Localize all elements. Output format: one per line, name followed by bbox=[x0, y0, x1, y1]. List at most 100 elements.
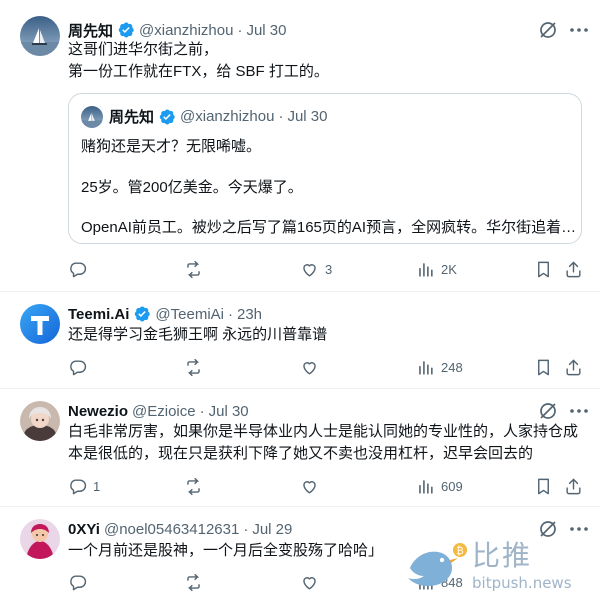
like-count: 3 bbox=[325, 261, 333, 277]
avatar[interactable] bbox=[20, 401, 60, 441]
timestamp[interactable]: Jul 30 bbox=[246, 22, 286, 39]
timestamp[interactable]: 23h bbox=[237, 306, 262, 323]
views-count: 2K bbox=[441, 261, 457, 277]
tweet-text-line: 本是很低的，现在只是获利下降了她又不卖也没用杠杆，迟早会回去的 bbox=[68, 445, 534, 462]
views-icon bbox=[419, 360, 433, 375]
share-icon bbox=[566, 478, 581, 494]
author-name[interactable]: Teemi.Ai bbox=[68, 306, 129, 323]
views-count: 248 bbox=[441, 359, 463, 375]
verified-badge-icon bbox=[159, 109, 175, 124]
verified-badge-icon bbox=[135, 306, 151, 322]
verified-badge-icon bbox=[118, 22, 134, 38]
reply-button[interactable] bbox=[68, 258, 93, 280]
tweet-text-line: 这哥们进华尔街之前， bbox=[68, 41, 219, 58]
avatar[interactable] bbox=[20, 16, 60, 56]
repost-button[interactable] bbox=[184, 475, 209, 497]
bookmark-button[interactable] bbox=[534, 258, 553, 280]
like-button[interactable] bbox=[300, 571, 325, 593]
avatar[interactable] bbox=[20, 304, 60, 344]
tweet-text-line: 白毛非常厉害，如果你是半导体业内人士是能认同她的专业性的，人家持仓成 bbox=[68, 423, 579, 440]
action-bar: 1 609 bbox=[68, 475, 588, 497]
heart-icon bbox=[303, 480, 316, 494]
more-options-icon[interactable] bbox=[568, 20, 590, 40]
bookmark-button[interactable] bbox=[534, 356, 553, 378]
bookmark-button[interactable] bbox=[534, 475, 553, 497]
heart-icon bbox=[303, 576, 316, 590]
share-button[interactable] bbox=[564, 475, 583, 497]
share-button[interactable] bbox=[564, 258, 583, 280]
repost-button[interactable] bbox=[184, 571, 209, 593]
tweet[interactable]: 0XYi @noel05463412631 · Jul 29 一个月前还是股神，… bbox=[0, 507, 600, 609]
tweet-text-line: 还是得学习金毛狮王啊 永远的川普靠谱 bbox=[68, 326, 328, 343]
share-icon bbox=[566, 359, 581, 375]
reply-icon bbox=[70, 359, 87, 375]
quoted-author-handle: @xianzhizhou bbox=[180, 108, 275, 125]
more-options-icon[interactable] bbox=[568, 401, 590, 421]
separator-dot: · bbox=[278, 108, 284, 125]
avatar[interactable] bbox=[20, 519, 60, 559]
author-name[interactable]: 0XYi bbox=[68, 521, 100, 538]
timestamp[interactable]: Jul 30 bbox=[209, 403, 249, 420]
repost-icon bbox=[187, 573, 200, 591]
like-button[interactable] bbox=[300, 356, 325, 378]
share-button[interactable] bbox=[564, 356, 583, 378]
author-handle[interactable]: @TeemiAi bbox=[155, 306, 224, 323]
repost-button[interactable] bbox=[184, 356, 209, 378]
reply-icon bbox=[70, 574, 87, 590]
quoted-author-name: 周先知 bbox=[109, 109, 155, 126]
author-handle[interactable]: @xianzhizhou bbox=[139, 22, 233, 39]
repost-icon bbox=[187, 477, 200, 495]
views-button[interactable]: 848 bbox=[416, 571, 463, 593]
quoted-tweet[interactable]: 周先知 @xianzhizhou · Jul 30 赌狗还是天才？无限唏嘘。 2… bbox=[68, 93, 582, 244]
bookmark-icon bbox=[538, 478, 549, 494]
tweet[interactable]: 周先知 @xianzhizhou · Jul 30 这哥们进华尔街之前， 第一份… bbox=[0, 0, 600, 292]
author-handle[interactable]: @noel05463412631 bbox=[104, 521, 239, 538]
tweet-text-line: 一个月前还是股神，一个月后全变股殇了哈哈」 bbox=[68, 542, 384, 559]
grok-icon[interactable] bbox=[538, 20, 558, 40]
tweet[interactable]: Teemi.Ai @TeemiAi · 23h 还是得学习金毛狮王啊 永远的川普… bbox=[0, 292, 600, 389]
action-bar: 848 bbox=[68, 571, 588, 593]
quoted-timestamp: Jul 30 bbox=[287, 108, 328, 125]
separator-dot: · bbox=[199, 402, 205, 420]
like-button[interactable]: 3 bbox=[300, 258, 332, 280]
quoted-text-line: 25岁。管200亿美金。今天爆了。 bbox=[81, 179, 303, 196]
views-icon bbox=[419, 262, 433, 277]
views-button[interactable]: 248 bbox=[416, 356, 463, 378]
views-icon bbox=[419, 479, 433, 494]
more-options-icon[interactable] bbox=[568, 519, 590, 539]
views-count: 848 bbox=[441, 574, 463, 590]
share-icon bbox=[566, 261, 581, 277]
heart-icon bbox=[303, 263, 316, 277]
author-name[interactable]: 周先知 bbox=[68, 20, 113, 41]
views-icon bbox=[419, 575, 433, 590]
quoted-text-line: OpenAI前员工。被炒之后写了篇165页的AI预言，全网疯转。华尔街追着… bbox=[81, 219, 577, 236]
reply-button[interactable] bbox=[68, 571, 93, 593]
heart-icon bbox=[303, 361, 316, 375]
reply-icon bbox=[70, 261, 87, 277]
reply-count: 1 bbox=[93, 478, 101, 494]
grok-icon[interactable] bbox=[538, 519, 558, 539]
tweet[interactable]: Newezio @Ezioice · Jul 30 白毛非常厉害，如果你是半导体… bbox=[0, 389, 600, 507]
author-handle[interactable]: @Ezioice bbox=[132, 403, 196, 420]
views-button[interactable]: 2K bbox=[416, 258, 457, 280]
quoted-avatar bbox=[81, 106, 103, 128]
quoted-text-line: 赌狗还是天才？无限唏嘘。 bbox=[81, 138, 262, 155]
action-bar: 3 2K bbox=[68, 258, 588, 280]
bookmark-icon bbox=[538, 359, 549, 375]
views-count: 609 bbox=[441, 478, 463, 494]
repost-icon bbox=[187, 358, 200, 376]
reply-icon bbox=[70, 478, 87, 494]
repost-button[interactable] bbox=[184, 258, 209, 280]
separator-dot: · bbox=[243, 520, 249, 538]
reply-button[interactable]: 1 bbox=[68, 475, 100, 497]
separator-dot: · bbox=[237, 21, 243, 39]
separator-dot: · bbox=[227, 305, 233, 323]
reply-button[interactable] bbox=[68, 356, 93, 378]
bookmark-icon bbox=[538, 261, 549, 277]
tweet-text-line: 第一份工作就在FTX，给 SBF 打工的。 bbox=[68, 63, 329, 80]
author-name[interactable]: Newezio bbox=[68, 403, 128, 420]
timestamp[interactable]: Jul 29 bbox=[252, 521, 292, 538]
grok-icon[interactable] bbox=[538, 401, 558, 421]
views-button[interactable]: 609 bbox=[416, 475, 463, 497]
like-button[interactable] bbox=[300, 475, 325, 497]
